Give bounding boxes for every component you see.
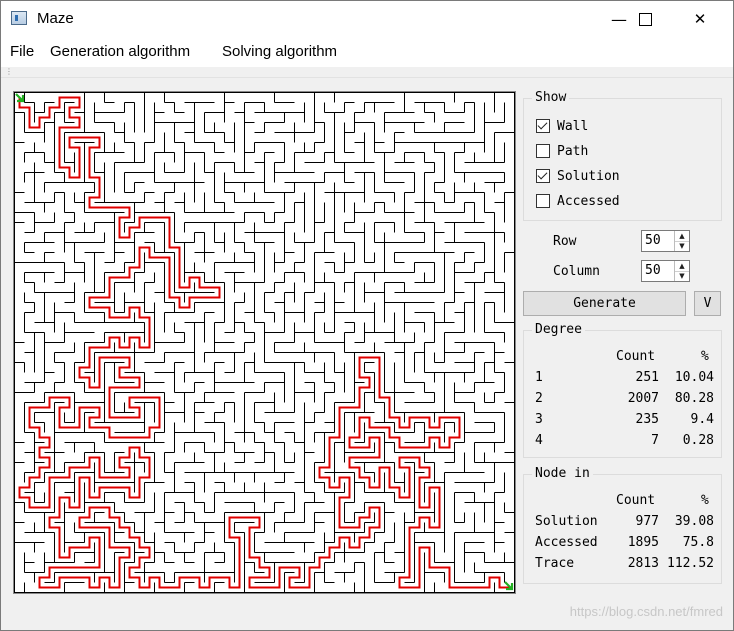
table-row: 1 251 10.04 (534, 370, 714, 391)
degree-count: 235 (635, 412, 659, 427)
grip-icon: ⋮ (5, 67, 13, 76)
maze-canvas[interactable] (13, 91, 516, 594)
main-window: Maze — ✕ File Generation algorithm Solvi… (0, 0, 734, 631)
accessed-label: Accessed (557, 193, 620, 209)
path-checkbox[interactable] (536, 144, 550, 158)
menu-generation-algorithm[interactable]: Generation algorithm (50, 43, 190, 60)
row-label: Row (553, 234, 577, 249)
row-down-icon[interactable]: ▼ (675, 241, 689, 251)
end-marker (504, 581, 514, 591)
degree-header-percent: % (701, 349, 709, 364)
node-in-table: Count % Solution 977 39.08 Accessed 1895… (534, 493, 714, 577)
node-in-percent: 75.8 (682, 535, 714, 550)
degree-count: 2007 (627, 391, 659, 406)
toolbar-grip[interactable]: ⋮ (1, 67, 733, 78)
app-icon (11, 11, 27, 25)
title-bar: Maze — ✕ (1, 1, 733, 37)
menu-file[interactable]: File (10, 43, 34, 60)
degree-percent: 0.28 (682, 433, 714, 448)
degree-group: Degree Count % 1 251 10.04 2 2007 80.28 … (523, 322, 722, 458)
wall-checkbox[interactable] (536, 119, 550, 133)
table-row: 3 235 9.4 (534, 412, 714, 433)
node-in-header-row: Count % (534, 493, 714, 514)
row-spinbox[interactable]: 50 ▲ ▼ (641, 230, 690, 252)
degree-percent: 80.28 (674, 391, 714, 406)
solution-label: Solution (557, 168, 620, 184)
node-in-percent: 112.52 (667, 556, 714, 571)
degree-key: 1 (535, 370, 543, 385)
degree-percent: 10.04 (674, 370, 714, 385)
v-button[interactable]: V (694, 291, 721, 316)
degree-group-title: Degree (532, 322, 585, 337)
node-in-key: Solution (535, 514, 598, 529)
close-icon: ✕ (693, 10, 707, 28)
accessed-checkbox[interactable] (536, 194, 550, 208)
node-in-header-percent: % (701, 493, 709, 508)
table-row: 2 2007 80.28 (534, 391, 714, 412)
node-in-percent: 39.08 (674, 514, 714, 529)
maximize-button[interactable] (622, 1, 668, 37)
menu-bar: File Generation algorithm Solving algori… (1, 37, 733, 67)
degree-header-count: Count (616, 349, 656, 364)
generate-button[interactable]: Generate (523, 291, 686, 316)
degree-key: 2 (535, 391, 543, 406)
column-value[interactable]: 50 (645, 263, 661, 278)
window-title: Maze (37, 10, 74, 27)
degree-percent: 9.4 (690, 412, 714, 427)
table-row: Solution 977 39.08 (534, 514, 714, 535)
column-spinbox[interactable]: 50 ▲ ▼ (641, 260, 690, 282)
wall-label: Wall (557, 118, 589, 134)
maximize-icon (638, 12, 652, 26)
node-in-count: 1895 (627, 535, 659, 550)
show-group-title: Show (532, 90, 570, 105)
node-in-count: 2813 (627, 556, 659, 571)
show-wall-option[interactable]: Wall (536, 117, 588, 135)
node-in-key: Accessed (535, 535, 598, 550)
solution-checkbox[interactable] (536, 169, 550, 183)
maze-drawing (14, 92, 515, 593)
degree-header-row: Count % (534, 349, 714, 370)
table-row: 4 7 0.28 (534, 433, 714, 454)
show-path-option[interactable]: Path (536, 142, 588, 160)
end-arrow-icon (504, 581, 514, 591)
column-spin-buttons: ▲ ▼ (674, 261, 689, 281)
path-label: Path (557, 143, 589, 159)
degree-count: 7 (651, 433, 659, 448)
table-row: Trace 2813 112.52 (534, 556, 714, 577)
degree-key: 4 (535, 433, 543, 448)
degree-table: Count % 1 251 10.04 2 2007 80.28 3 235 9… (534, 349, 714, 454)
column-down-icon[interactable]: ▼ (675, 271, 689, 281)
menu-solving-algorithm[interactable]: Solving algorithm (222, 43, 337, 60)
show-accessed-option[interactable]: Accessed (536, 192, 620, 210)
close-button[interactable]: ✕ (677, 1, 723, 37)
node-in-count: 977 (635, 514, 659, 529)
column-label: Column (553, 264, 600, 279)
row-value[interactable]: 50 (645, 233, 661, 248)
start-marker (15, 93, 25, 103)
node-in-key: Trace (535, 556, 575, 571)
node-in-header-count: Count (616, 493, 656, 508)
start-arrow-icon (15, 93, 25, 103)
degree-count: 251 (635, 370, 659, 385)
table-row: Accessed 1895 75.8 (534, 535, 714, 556)
show-solution-option[interactable]: Solution (536, 167, 620, 185)
show-group: Show Wall Path Solution Accessed (523, 90, 722, 221)
row-spin-buttons: ▲ ▼ (674, 231, 689, 251)
watermark: https://blog.csdn.net/fmred (569, 604, 723, 619)
degree-key: 3 (535, 412, 543, 427)
node-in-group: Node in Count % Solution 977 39.08 Acces… (523, 466, 722, 584)
node-in-group-title: Node in (532, 466, 593, 481)
